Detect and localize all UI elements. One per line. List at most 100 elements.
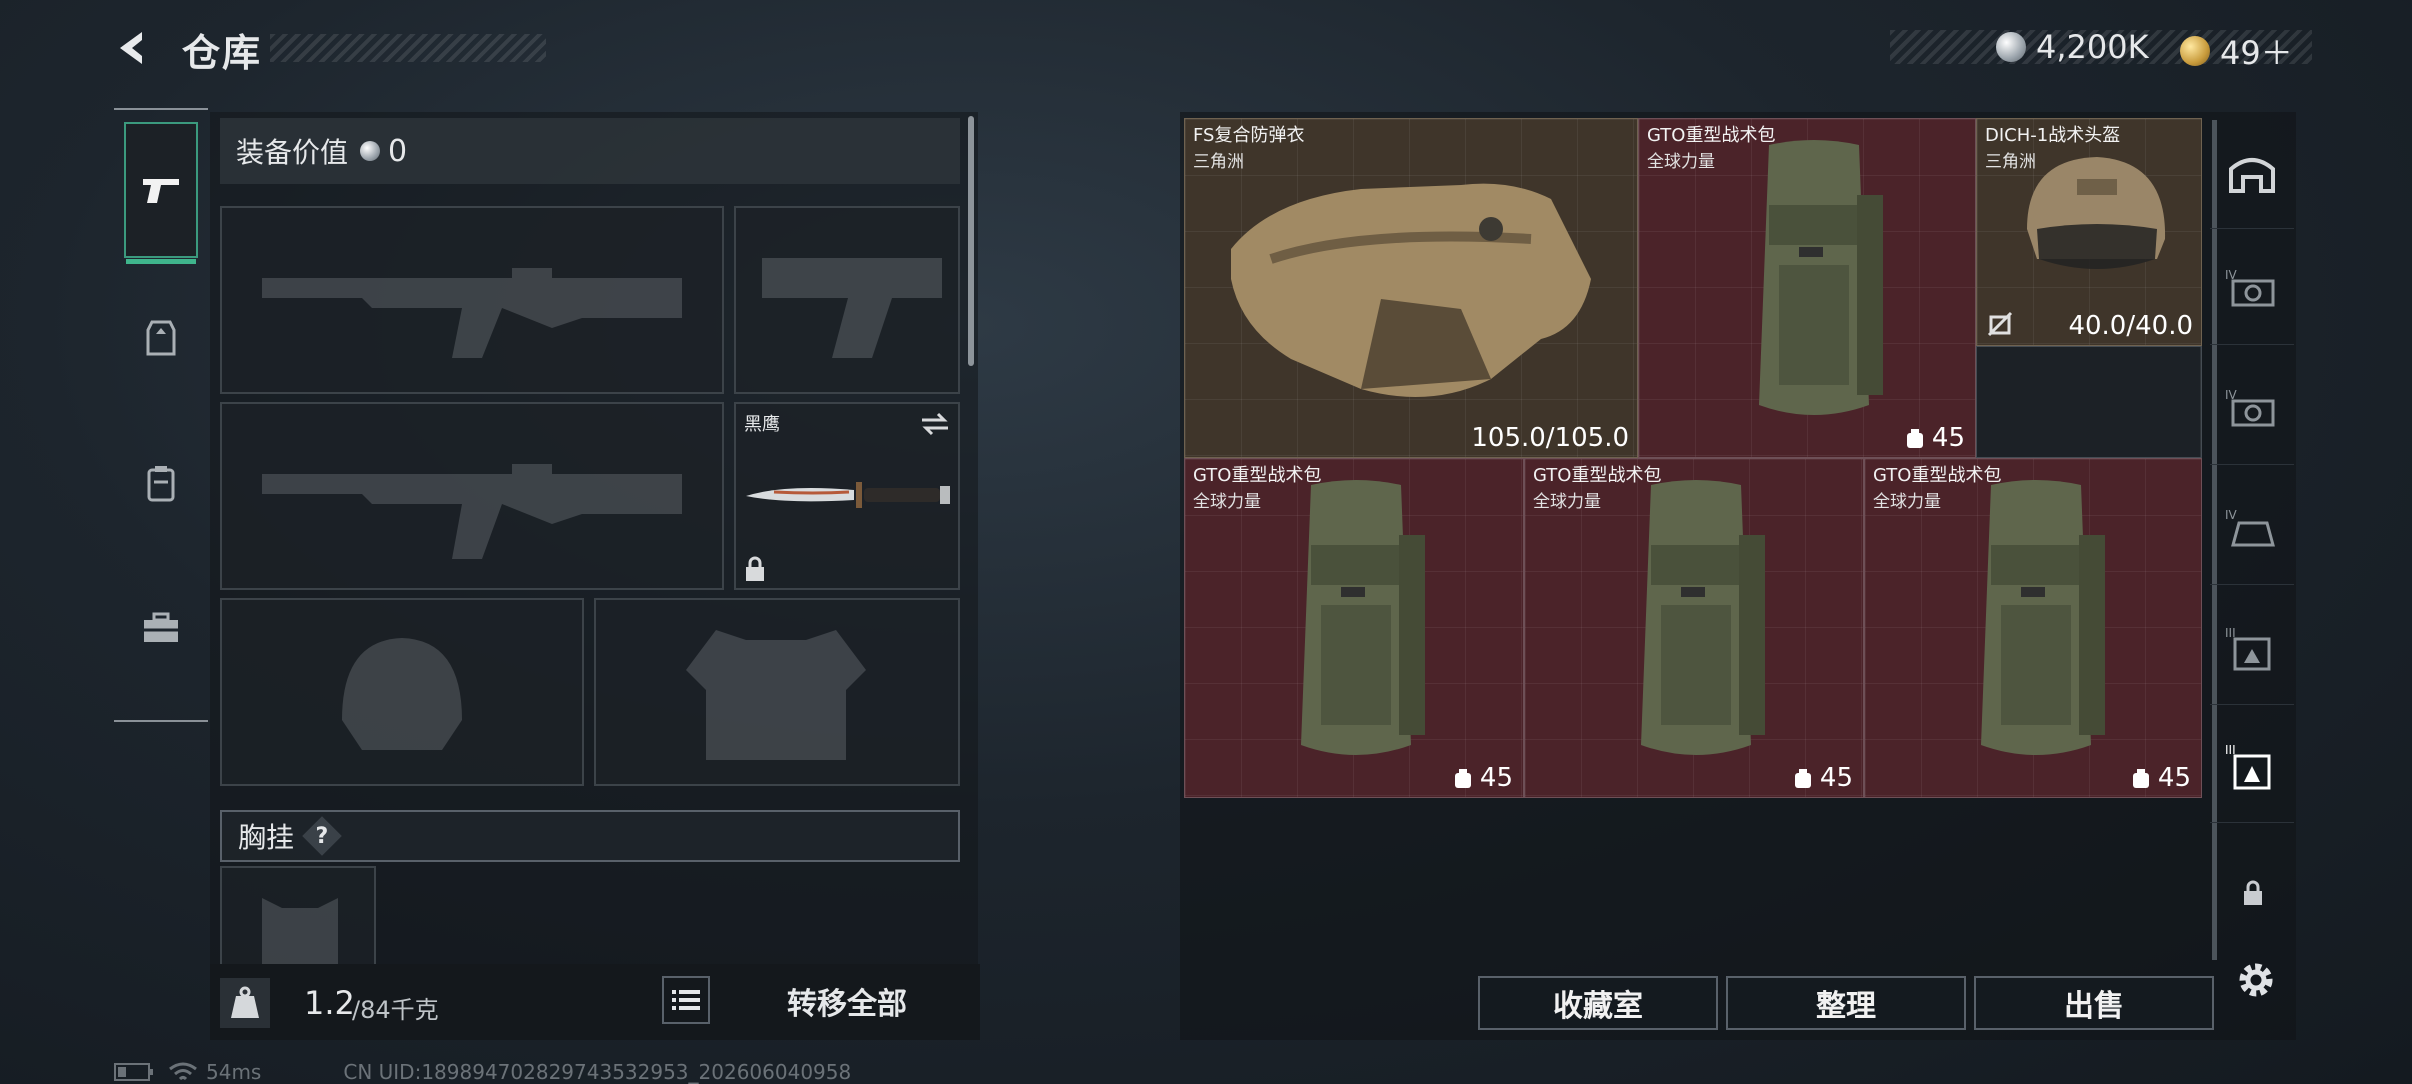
item-capacity-value: 45 <box>1819 763 1853 793</box>
backpack-capacity-icon <box>2132 769 2149 788</box>
tab-filter-1[interactable]: IV <box>2210 234 2294 345</box>
item-capacity-value: 45 <box>1931 423 1965 453</box>
item-subtitle: 全球力量 <box>1533 492 1601 512</box>
knife-icon <box>746 482 950 508</box>
tab-safe-house[interactable] <box>2210 118 2294 229</box>
wifi-icon <box>169 1062 197 1081</box>
stash-lock-button[interactable] <box>2242 880 2264 910</box>
gold-currency-value: 49＋ <box>2220 34 2293 72</box>
item-capacity: 45 <box>1792 763 1853 793</box>
status-bar: 54ms CN UID:189894702829743532953_202606… <box>114 1060 851 1084</box>
sell-button[interactable]: 出售 <box>1974 976 2214 1030</box>
weight-value: 1.2 <box>304 984 355 1022</box>
vest-silhouette-icon <box>686 630 866 760</box>
backpack-capacity-icon <box>1794 769 1811 788</box>
item-capacity-value: 45 <box>1479 763 1513 793</box>
backpack-icon <box>1759 140 1883 415</box>
gold-coin-icon <box>2180 36 2210 66</box>
equipment-value-label: 装备价值 <box>236 136 349 169</box>
list-view-button[interactable] <box>662 976 710 1024</box>
gold-currency[interactable]: 49＋ <box>2180 28 2293 74</box>
tab-toolbox[interactable] <box>124 560 198 696</box>
back-arrow-icon <box>120 32 142 64</box>
stash-item[interactable]: GTO重型战术包 全球力量 45 <box>1524 458 1864 798</box>
silver-currency[interactable]: 4,200K <box>1996 28 2149 66</box>
level-iii-bag-filter-icon: III <box>2225 626 2271 671</box>
empty-grid-cell[interactable] <box>1976 346 2202 458</box>
pistol-silhouette-icon <box>762 258 942 358</box>
item-durability: 40.0/40.0 <box>2068 311 2193 341</box>
rifle-silhouette-icon <box>262 464 682 559</box>
swap-icon[interactable] <box>920 412 950 436</box>
backpack-icon <box>1981 480 2105 755</box>
settings-button[interactable] <box>2234 958 2278 1006</box>
item-subtitle: 全球力量 <box>1193 492 1261 512</box>
stash-item[interactable]: GTO重型战术包 全球力量 45 <box>1184 458 1524 798</box>
silver-coin-icon <box>360 141 381 161</box>
battery-icon <box>114 1063 153 1081</box>
level-iii-bag-filter-active-icon: III <box>2225 743 2271 790</box>
primary-weapon-slot[interactable] <box>220 206 724 394</box>
backpack-icon <box>147 466 175 502</box>
equipment-footer: 1.2 /84千克 转移全部 <box>210 964 980 1040</box>
backpack-capacity-icon <box>1906 429 1923 448</box>
item-capacity: 45 <box>2130 763 2191 793</box>
sidearm-slot[interactable] <box>734 206 960 394</box>
secondary-weapon-slot[interactable] <box>220 402 724 590</box>
backpack-icon <box>1301 480 1425 755</box>
tab-weapons[interactable] <box>124 122 198 264</box>
lock-icon <box>746 556 764 581</box>
collection-room-button[interactable]: 收藏室 <box>1478 976 1718 1030</box>
ping-text: 54ms <box>206 1060 262 1084</box>
level-iv-helmet-filter-icon: IV <box>2225 388 2275 427</box>
item-durability: 105.0/105.0 <box>1471 423 1629 453</box>
equipment-value: 0 <box>388 133 408 169</box>
equipment-scrollbar[interactable] <box>968 116 974 366</box>
helmet-icon <box>2027 157 2166 269</box>
transfer-all-button[interactable]: 转移全部 <box>720 976 974 1026</box>
help-button[interactable]: ? <box>302 816 342 856</box>
silver-currency-value: 4,200K <box>2036 28 2149 66</box>
level-iv-armor-filter-icon: IV <box>2225 268 2275 307</box>
backpack-icon <box>1641 480 1765 755</box>
weight-capacity: /84千克 <box>352 996 439 1024</box>
helmet-silhouette-icon <box>342 638 462 750</box>
stash-item[interactable]: GTO重型战术包 全球力量 45 <box>1638 118 1976 458</box>
tab-filter-3[interactable]: IV <box>2210 474 2294 585</box>
stash-filter-tabs: IV IV IV III III <box>2210 118 2294 823</box>
stash-item[interactable]: DICH-1战术头盔 三角洲 40.0/40.0 <box>1976 118 2202 346</box>
stash-item[interactable]: FS复合防弹衣 三角洲 105.0/105.0 <box>1184 118 1638 458</box>
helmet-armor-icon <box>146 320 176 356</box>
body-armor-slot[interactable] <box>594 598 960 786</box>
back-button[interactable] <box>112 26 156 70</box>
backpack-capacity-icon <box>1454 769 1471 788</box>
item-subtitle: 全球力量 <box>1647 152 1715 172</box>
category-tabs <box>114 108 208 722</box>
silver-coin-icon <box>1996 32 2026 62</box>
body-armor-icon <box>1231 183 1591 397</box>
item-capacity: 45 <box>1904 423 1965 453</box>
tab-backpack[interactable] <box>124 416 198 552</box>
tab-filter-4[interactable]: III <box>2210 594 2294 705</box>
tab-filter-2[interactable]: IV <box>2210 354 2294 465</box>
chest-rig-slot[interactable] <box>220 866 376 966</box>
stash-item[interactable]: GTO重型战术包 全球力量 45 <box>1864 458 2202 798</box>
safe-house-icon <box>2229 158 2275 193</box>
gear-icon <box>2239 963 2273 997</box>
pistol-icon <box>143 179 179 203</box>
organize-button[interactable]: 整理 <box>1726 976 1966 1030</box>
tab-armor[interactable] <box>124 270 198 406</box>
tab-filter-5-active[interactable]: III <box>2210 712 2294 823</box>
chest-rig-silhouette-icon <box>262 898 338 964</box>
item-name: DICH-1战术头盔 <box>1985 125 2121 146</box>
equipment-value-bar: 装备价值 0 <box>220 118 960 184</box>
item-name: FS复合防弹衣 <box>1193 125 1305 146</box>
list-icon <box>672 990 700 1010</box>
help-icon: ? <box>315 823 329 849</box>
melee-slot[interactable]: 黑鹰 <box>734 402 960 590</box>
item-capacity: 45 <box>1452 763 1513 793</box>
rifle-silhouette-icon <box>262 268 682 358</box>
helmet-slot[interactable] <box>220 598 584 786</box>
level-iv-rig-filter-icon: IV <box>2225 508 2275 547</box>
toolbox-icon <box>144 612 178 642</box>
